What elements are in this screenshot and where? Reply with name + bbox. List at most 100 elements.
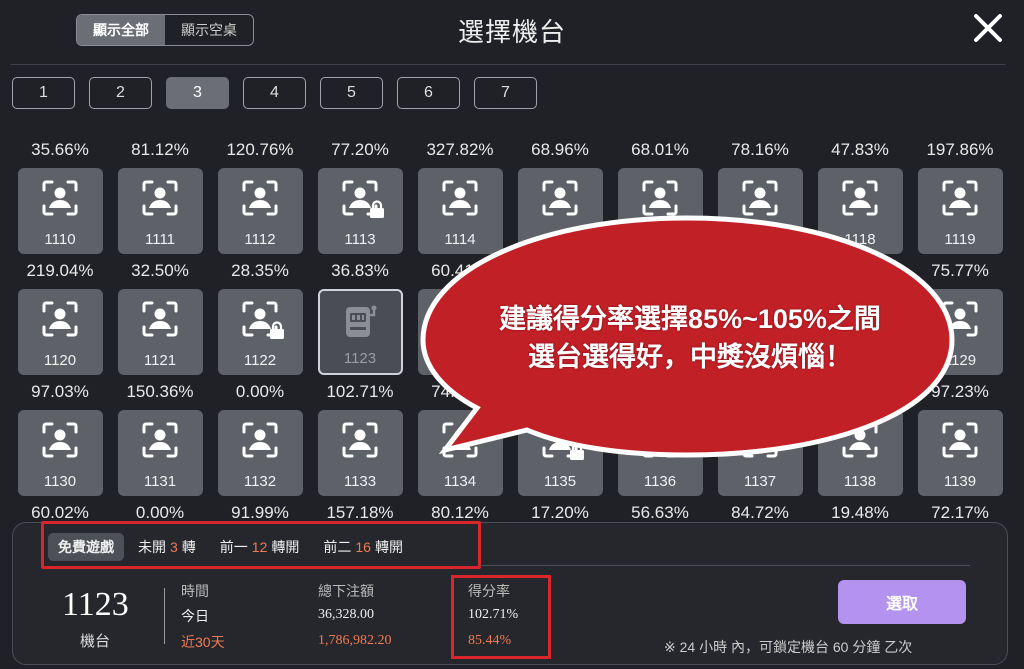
machine-cell: 1131 — [110, 407, 210, 498]
machine-number: 1136 — [643, 472, 677, 490]
selected-machine-label: 機台 — [80, 633, 111, 650]
machine-tile-1133[interactable]: 1133 — [317, 409, 403, 496]
page-title: 選擇機台 — [457, 17, 566, 47]
machine-number: 1134 — [443, 472, 477, 490]
machine-cell: 1133 — [310, 407, 410, 498]
machine-number: 1120 — [43, 351, 77, 369]
machine-tile-1111[interactable]: 1111 — [117, 167, 203, 254]
machine-tile-1121[interactable]: 1121 — [117, 288, 203, 375]
machine-cell: 1121 — [110, 286, 210, 377]
user-seat-icon — [242, 180, 278, 215]
machine-tile-1132[interactable]: 1132 — [217, 409, 303, 496]
page-tab-5[interactable]: 5 — [320, 77, 383, 109]
user-seat-icon — [142, 301, 178, 336]
selected-machine-number: 1123 — [62, 586, 129, 623]
today-label: 今日 — [181, 608, 209, 624]
today-total: 36,328.00 — [318, 607, 374, 622]
machine-number: 1123 — [343, 349, 377, 367]
page-tab-2[interactable]: 2 — [89, 77, 152, 109]
rate-highlight-frame — [451, 575, 551, 659]
machine-cell: 1123 — [310, 286, 410, 377]
machine-cell: 1130 — [10, 407, 110, 498]
machine-rate: 28.35% — [231, 261, 289, 280]
select-button[interactable]: 選取 — [838, 580, 966, 624]
header-divider — [10, 64, 1006, 65]
machine-number: 1139 — [943, 472, 977, 490]
machine-tile-1120[interactable]: 1120 — [17, 288, 103, 375]
machine-rate: 77.20% — [331, 140, 389, 159]
machine-tile-1123[interactable]: 1123 — [317, 288, 403, 375]
page-tab-6[interactable]: 6 — [397, 77, 460, 109]
page-tab-4[interactable]: 4 — [243, 77, 306, 109]
machine-rate: 47.83% — [831, 140, 889, 159]
machine-rate: 150.36% — [126, 382, 194, 401]
machine-rate: 32.50% — [131, 261, 189, 280]
machine-tile-1110[interactable]: 1110 — [17, 167, 103, 254]
slot-machine-icon — [346, 305, 377, 337]
machine-rate: 36.83% — [331, 261, 389, 280]
user-seat-icon — [42, 301, 78, 336]
machine-rate: 97.03% — [31, 382, 89, 401]
machine-rate: 35.66% — [31, 140, 89, 159]
machine-cell: 1111 — [110, 165, 210, 256]
callout-line-1: 建議得分率選擇85%~105%之間 — [499, 304, 881, 334]
page-tab-3[interactable]: 3 — [166, 77, 229, 109]
machine-cell: 1113 — [310, 165, 410, 256]
machine-number: 1113 — [344, 230, 376, 248]
page-tabs: 1234567 — [12, 77, 537, 109]
machine-rate: 78.16% — [731, 140, 789, 159]
machine-rate: 68.01% — [631, 140, 689, 159]
callout-line-2: 選台選得好，中獎沒煩惱！ — [528, 342, 852, 372]
col-time-header: 時間 — [181, 583, 209, 599]
machine-rate: 219.04% — [26, 261, 94, 280]
machine-number: 1132 — [243, 472, 277, 490]
user-seat-icon — [142, 422, 178, 457]
panel-divider — [480, 565, 970, 566]
machine-number: 1111 — [144, 230, 176, 248]
machine-number: 1130 — [43, 472, 77, 490]
machine-rate: 0.00% — [235, 382, 285, 401]
rate-row: 35.66% 81.12% 120.76% 77.20% 327.82% 68.96% 68… — [10, 135, 1010, 165]
machine-number: 1135 — [543, 472, 577, 490]
machine-number: 1112 — [244, 230, 276, 248]
machine-number: 1138 — [843, 472, 877, 490]
machine-number: 1131 — [143, 472, 177, 490]
close-icon[interactable] — [968, 8, 1008, 48]
machine-rate: 120.76% — [226, 140, 294, 159]
machine-cell: 1122 — [210, 286, 310, 377]
header: 顯示全部 顯示空桌 選擇機台 — [0, 0, 1024, 62]
user-seat-icon — [42, 422, 78, 457]
month-total: 1,786,982.20 — [318, 633, 392, 648]
user-seat-icon — [242, 422, 278, 457]
page-tab-7[interactable]: 7 — [474, 77, 537, 109]
lock-icon — [369, 199, 384, 218]
machine-tile-1112[interactable]: 1112 — [217, 167, 303, 254]
user-seat-icon — [42, 180, 78, 215]
lock-note: ※ 24 小時 內，可鎖定機台 60 分鐘 乙次 — [664, 639, 913, 655]
machine-rate: 327.82% — [426, 140, 494, 159]
machine-rate: 68.96% — [531, 140, 589, 159]
col-total-header: 總下注額 — [318, 583, 374, 599]
machine-cell: 1132 — [210, 407, 310, 498]
machine-number: 1137 — [743, 472, 777, 490]
tabs-highlight-frame — [41, 521, 481, 569]
machine-tile-1113[interactable]: 1113 — [317, 167, 403, 254]
machine-tile-1131[interactable]: 1131 — [117, 409, 203, 496]
machine-number: 1133 — [343, 472, 377, 490]
detail-vertical-divider — [164, 588, 165, 644]
machine-tile-1130[interactable]: 1130 — [17, 409, 103, 496]
machine-number: 1122 — [243, 351, 277, 369]
machine-cell: 1112 — [210, 165, 310, 256]
lock-icon — [269, 320, 284, 339]
user-seat-icon — [342, 422, 378, 457]
machine-cell: 1110 — [10, 165, 110, 256]
machine-rate: 102.71% — [326, 382, 394, 401]
machine-tile-1122[interactable]: 1122 — [217, 288, 303, 375]
machine-rate: 197.86% — [926, 140, 994, 159]
machine-number: 1110 — [44, 230, 76, 248]
page-tab-1[interactable]: 1 — [12, 77, 75, 109]
month-label: 近30天 — [181, 634, 225, 650]
user-seat-icon — [142, 180, 178, 215]
machine-number: 1121 — [143, 351, 177, 369]
machine-cell: 1120 — [10, 286, 110, 377]
